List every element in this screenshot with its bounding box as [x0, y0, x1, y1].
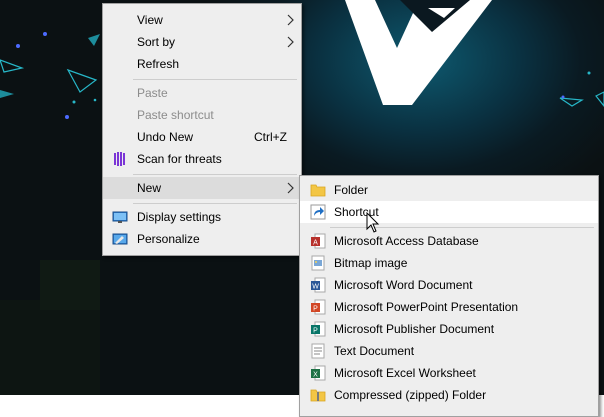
submenu-item-excel-label: Microsoft Excel Worksheet [334, 366, 476, 380]
svg-text:A: A [313, 240, 318, 247]
menu-separator [133, 79, 297, 80]
menu-item-display-settings-label: Display settings [137, 210, 222, 224]
publisher-icon: P [311, 321, 326, 337]
menu-item-view-label: View [137, 13, 163, 27]
menu-item-personalize[interactable]: Personalize [103, 228, 301, 250]
menu-item-paste-shortcut[interactable]: Paste shortcut [103, 104, 301, 126]
submenu-item-excel-worksheet[interactable]: X Microsoft Excel Worksheet [300, 362, 598, 384]
menu-item-scan-label: Scan for threats [137, 152, 222, 166]
word-icon: W [311, 277, 326, 293]
menu-item-personalize-label: Personalize [137, 232, 200, 246]
menu-item-new-label: New [137, 181, 162, 195]
submenu-item-text-label: Text Document [334, 344, 415, 358]
menu-item-refresh[interactable]: Refresh [103, 53, 301, 75]
folder-icon [310, 184, 326, 197]
display-settings-icon [112, 211, 128, 223]
svg-text:W: W [312, 284, 319, 291]
menu-item-scan-for-threats[interactable]: Scan for threats [103, 148, 301, 170]
powerpoint-icon: P [311, 299, 326, 315]
access-icon: A [311, 233, 326, 249]
submenu-item-text-document[interactable]: Text Document [300, 340, 598, 362]
menu-item-new[interactable]: New [103, 177, 301, 199]
chevron-right-icon [287, 36, 294, 48]
menu-separator [133, 203, 297, 204]
svg-text:P: P [313, 306, 318, 313]
bitmap-icon [311, 255, 325, 271]
submenu-item-bitmap-label: Bitmap image [334, 256, 408, 270]
svg-text:P: P [313, 328, 318, 335]
svg-text:X: X [313, 372, 318, 379]
undo-shortcut-key: Ctrl+Z [254, 130, 287, 144]
menu-item-paste-label: Paste [137, 86, 168, 100]
submenu-item-folder[interactable]: Folder [300, 179, 598, 201]
submenu-item-shortcut[interactable]: Shortcut [300, 201, 598, 223]
menu-item-undo-new-label: Undo New [137, 130, 194, 144]
chevron-right-icon [287, 182, 294, 194]
excel-icon: X [311, 365, 326, 381]
submenu-item-bitmap-image[interactable]: Bitmap image [300, 252, 598, 274]
submenu-item-access-database[interactable]: A Microsoft Access Database [300, 230, 598, 252]
submenu-item-powerpoint-label: Microsoft PowerPoint Presentation [334, 300, 519, 314]
submenu-item-publisher-document[interactable]: P Microsoft Publisher Document [300, 318, 598, 340]
submenu-item-access-label: Microsoft Access Database [334, 234, 479, 248]
new-submenu: Folder Shortcut A Microsoft Access Datab… [299, 175, 599, 417]
menu-item-paste[interactable]: Paste [103, 82, 301, 104]
menu-separator [133, 174, 297, 175]
personalize-icon [112, 233, 128, 245]
submenu-item-word-document[interactable]: W Microsoft Word Document [300, 274, 598, 296]
menu-item-sort-by-label: Sort by [137, 35, 176, 49]
menu-item-sort-by[interactable]: Sort by [103, 31, 301, 53]
desktop-context-menu: View Sort by Refresh Paste Paste shortcu… [102, 3, 302, 256]
submenu-item-zip-label: Compressed (zipped) Folder [334, 388, 487, 402]
menu-item-display-settings[interactable]: Display settings [103, 206, 301, 228]
menu-item-paste-shortcut-label: Paste shortcut [137, 108, 214, 122]
text-document-icon [311, 343, 325, 359]
menu-item-refresh-label: Refresh [137, 57, 180, 71]
submenu-item-zipped-folder[interactable]: Compressed (zipped) Folder [300, 384, 598, 406]
shortcut-icon [310, 204, 326, 220]
submenu-item-publisher-label: Microsoft Publisher Document [334, 322, 495, 336]
mouse-pointer-icon [366, 212, 380, 233]
zip-folder-icon [310, 389, 326, 402]
chevron-right-icon [287, 14, 294, 26]
submenu-item-word-label: Microsoft Word Document [334, 278, 473, 292]
antivirus-scan-icon [114, 152, 125, 166]
menu-item-view[interactable]: View [103, 9, 301, 31]
submenu-item-powerpoint-presentation[interactable]: P Microsoft PowerPoint Presentation [300, 296, 598, 318]
submenu-item-folder-label: Folder [334, 183, 369, 197]
menu-item-undo-new[interactable]: Undo New Ctrl+Z [103, 126, 301, 148]
